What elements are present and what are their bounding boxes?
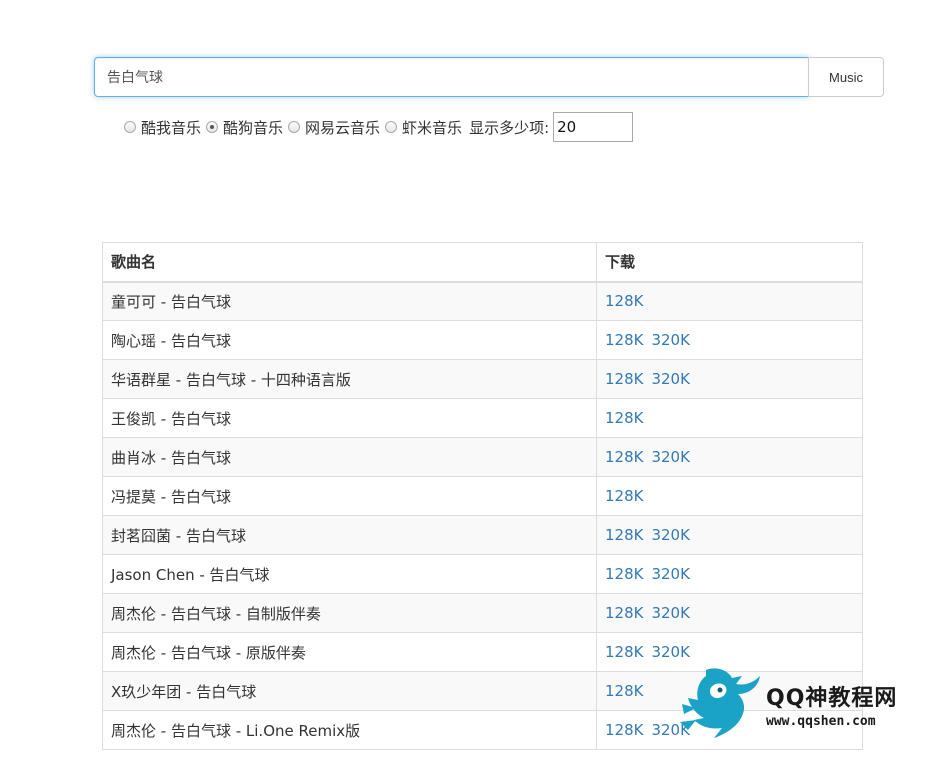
source-label-xiami: 虾米音乐 [402, 118, 463, 137]
watermark-title: QQ神教程网 [766, 685, 898, 711]
song-name-cell: 陶心瑶 - 告白气球 [102, 320, 597, 360]
music-search-button[interactable]: Music [808, 57, 884, 97]
radio-xiami[interactable] [385, 121, 398, 133]
table-row: 封茗囧菌 - 告白气球 128K 320K [102, 515, 863, 555]
header-download: 下载 [596, 242, 863, 283]
count-input[interactable] [553, 112, 634, 142]
song-name-cell: 封茗囧菌 - 告白气球 [102, 515, 597, 555]
download-cell: 128K [596, 398, 863, 438]
source-label-netease: 网易云音乐 [305, 118, 381, 137]
download-link-128k[interactable]: 128K [605, 292, 643, 310]
table-row: 周杰伦 - 告白气球 - 自制版伴奏 128K 320K [102, 593, 863, 633]
download-link-320k[interactable]: 320K [651, 604, 689, 622]
song-name-cell: X玖少年团 - 告白气球 [102, 671, 597, 711]
dragon-logo-icon [680, 668, 760, 738]
download-link-128k[interactable]: 128K [605, 370, 643, 388]
table-row: 冯提莫 - 告白气球 128K [102, 476, 863, 516]
song-name-cell: 华语群星 - 告白气球 - 十四种语言版 [102, 359, 597, 399]
download-cell: 128K 320K [596, 554, 863, 594]
download-cell: 128K 320K [596, 515, 863, 555]
radio-kuwo[interactable] [124, 121, 136, 133]
source-options: 酷我音乐 酷狗音乐 网易云音乐 虾米音乐 显示多少项: [124, 112, 634, 142]
search-input[interactable] [94, 57, 809, 97]
watermark-text: QQ神教程网 www.qqshen.com [766, 680, 897, 729]
download-link-128k[interactable]: 128K [605, 643, 643, 661]
download-link-128k[interactable]: 128K [605, 331, 643, 349]
download-link-128k[interactable]: 128K [605, 409, 643, 427]
radio-kugou[interactable] [206, 121, 219, 133]
download-link-320k[interactable]: 320K [651, 643, 689, 661]
watermark-url: www.qqshen.com [766, 713, 876, 729]
song-name-cell: 周杰伦 - 告白气球 - Li.One Remix版 [102, 710, 597, 750]
song-name-cell: 冯提莫 - 告白气球 [102, 476, 597, 516]
source-label-kugou: 酷狗音乐 [223, 118, 284, 137]
table-row: 华语群星 - 告白气球 - 十四种语言版 128K 320K [102, 359, 863, 399]
search-bar: Music [94, 57, 885, 97]
download-cell: 128K [596, 281, 863, 321]
song-name-cell: 童可可 - 告白气球 [102, 281, 597, 321]
download-link-128k[interactable]: 128K [605, 448, 643, 466]
table-row: 王俊凯 - 告白气球 128K [102, 398, 863, 438]
download-link-320k[interactable]: 320K [651, 448, 689, 466]
table-row: 陶心瑶 - 告白气球 128K 320K [102, 320, 863, 360]
header-song-name: 歌曲名 [102, 242, 597, 283]
source-option-kuwo[interactable]: 酷我音乐 [124, 117, 201, 138]
download-cell: 128K [596, 476, 863, 516]
download-cell: 128K 320K [596, 437, 863, 477]
table-row: 童可可 - 告白气球 128K [102, 281, 863, 321]
radio-netease[interactable] [288, 121, 301, 133]
song-name-cell: Jason Chen - 告白气球 [102, 554, 597, 594]
count-label: 显示多少项: [469, 118, 550, 137]
source-option-netease[interactable]: 网易云音乐 [288, 117, 380, 138]
download-cell: 128K 320K [596, 320, 863, 360]
song-name-cell: 周杰伦 - 告白气球 - 原版伴奏 [102, 632, 597, 672]
table-header-row: 歌曲名 下载 [102, 242, 863, 283]
download-link-128k[interactable]: 128K [605, 565, 643, 583]
download-link-320k[interactable]: 320K [651, 370, 689, 388]
page: Music 酷我音乐 酷狗音乐 网易云音乐 虾米音乐 显示多少项: 歌曲名 下载 [0, 0, 937, 759]
table-row: Jason Chen - 告白气球 128K 320K [102, 554, 863, 594]
song-name-cell: 王俊凯 - 告白气球 [102, 398, 597, 438]
download-link-320k[interactable]: 320K [651, 565, 689, 583]
download-link-128k[interactable]: 128K [605, 604, 643, 622]
download-link-128k[interactable]: 128K [605, 526, 643, 544]
download-cell: 128K 320K [596, 593, 863, 633]
download-link-128k[interactable]: 128K [605, 682, 643, 700]
watermark: QQ神教程网 www.qqshen.com [676, 664, 926, 744]
download-link-128k[interactable]: 128K [605, 721, 643, 739]
source-option-xiami[interactable]: 虾米音乐 [385, 117, 462, 138]
download-link-320k[interactable]: 320K [651, 331, 689, 349]
download-cell: 128K 320K [596, 359, 863, 399]
download-link-128k[interactable]: 128K [605, 487, 643, 505]
source-option-kugou[interactable]: 酷狗音乐 [206, 117, 283, 138]
download-link-320k[interactable]: 320K [651, 526, 689, 544]
table-row: 曲肖冰 - 告白气球 128K 320K [102, 437, 863, 477]
song-name-cell: 周杰伦 - 告白气球 - 自制版伴奏 [102, 593, 597, 633]
song-name-cell: 曲肖冰 - 告白气球 [102, 437, 597, 477]
source-label-kuwo: 酷我音乐 [141, 118, 202, 137]
